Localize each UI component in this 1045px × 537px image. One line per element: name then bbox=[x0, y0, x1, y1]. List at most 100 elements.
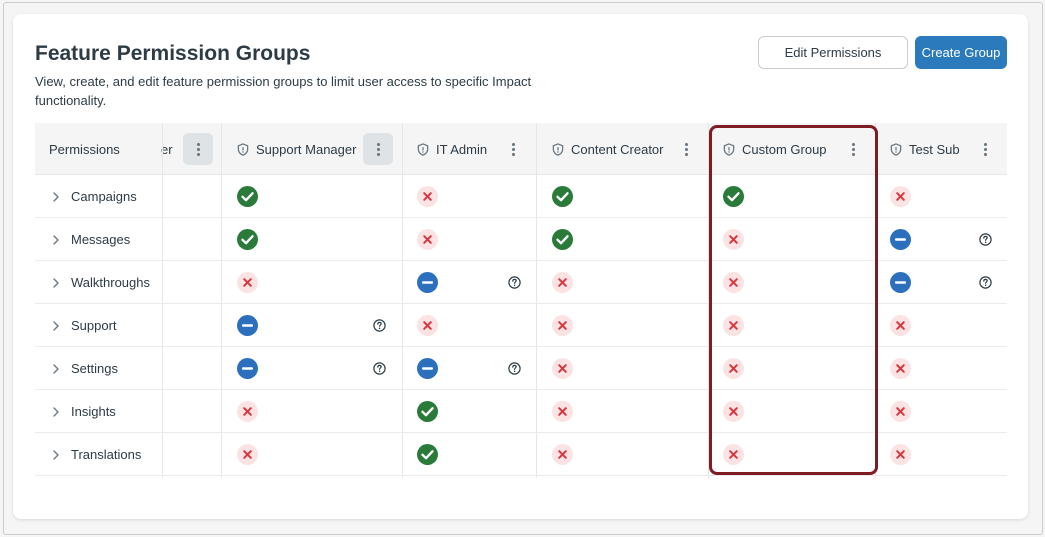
question-circle-icon[interactable] bbox=[979, 276, 992, 289]
chevron-right-icon bbox=[53, 449, 59, 460]
check-circle-icon bbox=[237, 186, 258, 207]
x-icon bbox=[552, 358, 573, 379]
chevron-right-icon bbox=[53, 363, 59, 374]
row-label-text: Support bbox=[71, 318, 117, 333]
x-icon bbox=[237, 401, 258, 422]
check-circle-icon bbox=[723, 186, 744, 207]
row-label-text: Translations bbox=[71, 447, 142, 462]
x-icon bbox=[890, 186, 911, 207]
x-icon bbox=[723, 272, 744, 293]
page-title: Feature Permission Groups bbox=[35, 42, 311, 65]
kebab-menu-icon bbox=[983, 142, 987, 156]
chevron-right-icon bbox=[53, 277, 59, 288]
x-icon bbox=[723, 229, 744, 250]
x-icon bbox=[417, 315, 438, 336]
check-circle-icon bbox=[417, 401, 438, 422]
question-circle-icon[interactable] bbox=[373, 319, 386, 332]
question-circle-icon[interactable] bbox=[979, 233, 992, 246]
x-icon bbox=[552, 272, 573, 293]
x-icon bbox=[723, 444, 744, 465]
question-circle-icon[interactable] bbox=[508, 362, 521, 375]
x-icon bbox=[237, 272, 258, 293]
chevron-right-icon bbox=[53, 191, 59, 202]
group-header-label: Custom Group bbox=[742, 141, 827, 157]
group-menu-button[interactable] bbox=[838, 133, 868, 165]
kebab-menu-icon bbox=[851, 142, 855, 156]
table-row: Support bbox=[35, 304, 1007, 347]
x-icon bbox=[237, 444, 258, 465]
group-header-label: IT Admin bbox=[436, 141, 488, 157]
x-icon bbox=[552, 444, 573, 465]
check-circle-icon bbox=[552, 186, 573, 207]
x-icon bbox=[552, 401, 573, 422]
group-menu-button[interactable] bbox=[363, 133, 393, 165]
group-header: IT Admin bbox=[417, 123, 487, 175]
x-icon bbox=[723, 315, 744, 336]
shield-icon bbox=[417, 142, 429, 156]
row-expand-toggle[interactable]: Translations bbox=[52, 433, 141, 476]
check-circle-icon bbox=[417, 444, 438, 465]
x-icon bbox=[417, 186, 438, 207]
minus-circle-icon bbox=[237, 358, 258, 379]
minus-circle-icon bbox=[237, 315, 258, 336]
x-icon bbox=[552, 315, 573, 336]
table-row: Insights bbox=[35, 390, 1007, 433]
chevron-right-icon bbox=[53, 234, 59, 245]
minus-circle-icon bbox=[417, 358, 438, 379]
row-expand-toggle[interactable]: Settings bbox=[52, 347, 118, 390]
permissions-header: Permissions bbox=[49, 141, 120, 157]
x-icon bbox=[723, 358, 744, 379]
group-header: Test Sub bbox=[890, 123, 960, 175]
row-label-text: Walkthroughs bbox=[71, 275, 150, 290]
minus-circle-icon bbox=[417, 272, 438, 293]
question-circle-icon[interactable] bbox=[508, 276, 521, 289]
row-label-text: Settings bbox=[71, 361, 118, 376]
row-label-text: Messages bbox=[71, 232, 131, 247]
x-icon bbox=[890, 358, 911, 379]
shield-icon bbox=[552, 142, 564, 156]
column-menu-button[interactable] bbox=[183, 133, 213, 165]
row-label-text: Campaigns bbox=[71, 189, 137, 204]
x-icon bbox=[890, 315, 911, 336]
group-header-label: Content Creator bbox=[571, 141, 664, 157]
table-row: Walkthroughs bbox=[35, 261, 1007, 304]
kebab-menu-icon bbox=[684, 142, 688, 156]
table-row: Campaigns bbox=[35, 175, 1007, 218]
x-icon bbox=[723, 401, 744, 422]
shield-icon bbox=[723, 142, 735, 156]
row-label-text: Insights bbox=[71, 404, 116, 419]
group-menu-button[interactable] bbox=[498, 133, 528, 165]
kebab-menu-icon bbox=[511, 142, 515, 156]
row-expand-toggle[interactable]: Campaigns bbox=[52, 175, 137, 218]
group-header: Support Manager bbox=[237, 123, 356, 175]
row-expand-toggle[interactable]: Walkthroughs bbox=[52, 261, 150, 304]
question-circle-icon[interactable] bbox=[373, 362, 386, 375]
row-expand-toggle[interactable]: Support bbox=[52, 304, 117, 347]
row-expand-toggle[interactable]: Insights bbox=[52, 390, 116, 433]
check-circle-icon bbox=[237, 229, 258, 250]
group-header-label: Test Sub bbox=[909, 141, 960, 157]
x-icon bbox=[890, 401, 911, 422]
table-header-row: Permissions er Support Manager IT Admin Cont… bbox=[35, 123, 1007, 175]
edit-permissions-button[interactable]: Edit Permissions bbox=[758, 36, 908, 69]
page-subtitle: View, create, and edit feature permissio… bbox=[35, 74, 532, 108]
create-group-button[interactable]: Create Group bbox=[915, 36, 1007, 69]
shield-icon bbox=[237, 142, 249, 156]
minus-circle-icon bbox=[890, 229, 911, 250]
chevron-right-icon bbox=[53, 406, 59, 417]
group-header-label: Support Manager bbox=[256, 141, 357, 157]
group-header: Custom Group bbox=[723, 123, 827, 175]
group-header: Content Creator bbox=[552, 123, 664, 175]
table-row: Translations bbox=[35, 433, 1007, 476]
table-row: Settings bbox=[35, 347, 1007, 390]
table-row: Messages bbox=[35, 218, 1007, 261]
chevron-right-icon bbox=[53, 320, 59, 331]
kebab-menu-icon bbox=[376, 142, 380, 156]
row-expand-toggle[interactable]: Messages bbox=[52, 218, 130, 261]
shield-icon bbox=[890, 142, 902, 156]
permissions-table: Permissions er Support Manager IT Admin Cont… bbox=[35, 123, 1007, 478]
group-menu-button[interactable] bbox=[970, 133, 1000, 165]
group-menu-button[interactable] bbox=[671, 133, 701, 165]
x-icon bbox=[890, 444, 911, 465]
kebab-menu-icon bbox=[196, 142, 200, 156]
